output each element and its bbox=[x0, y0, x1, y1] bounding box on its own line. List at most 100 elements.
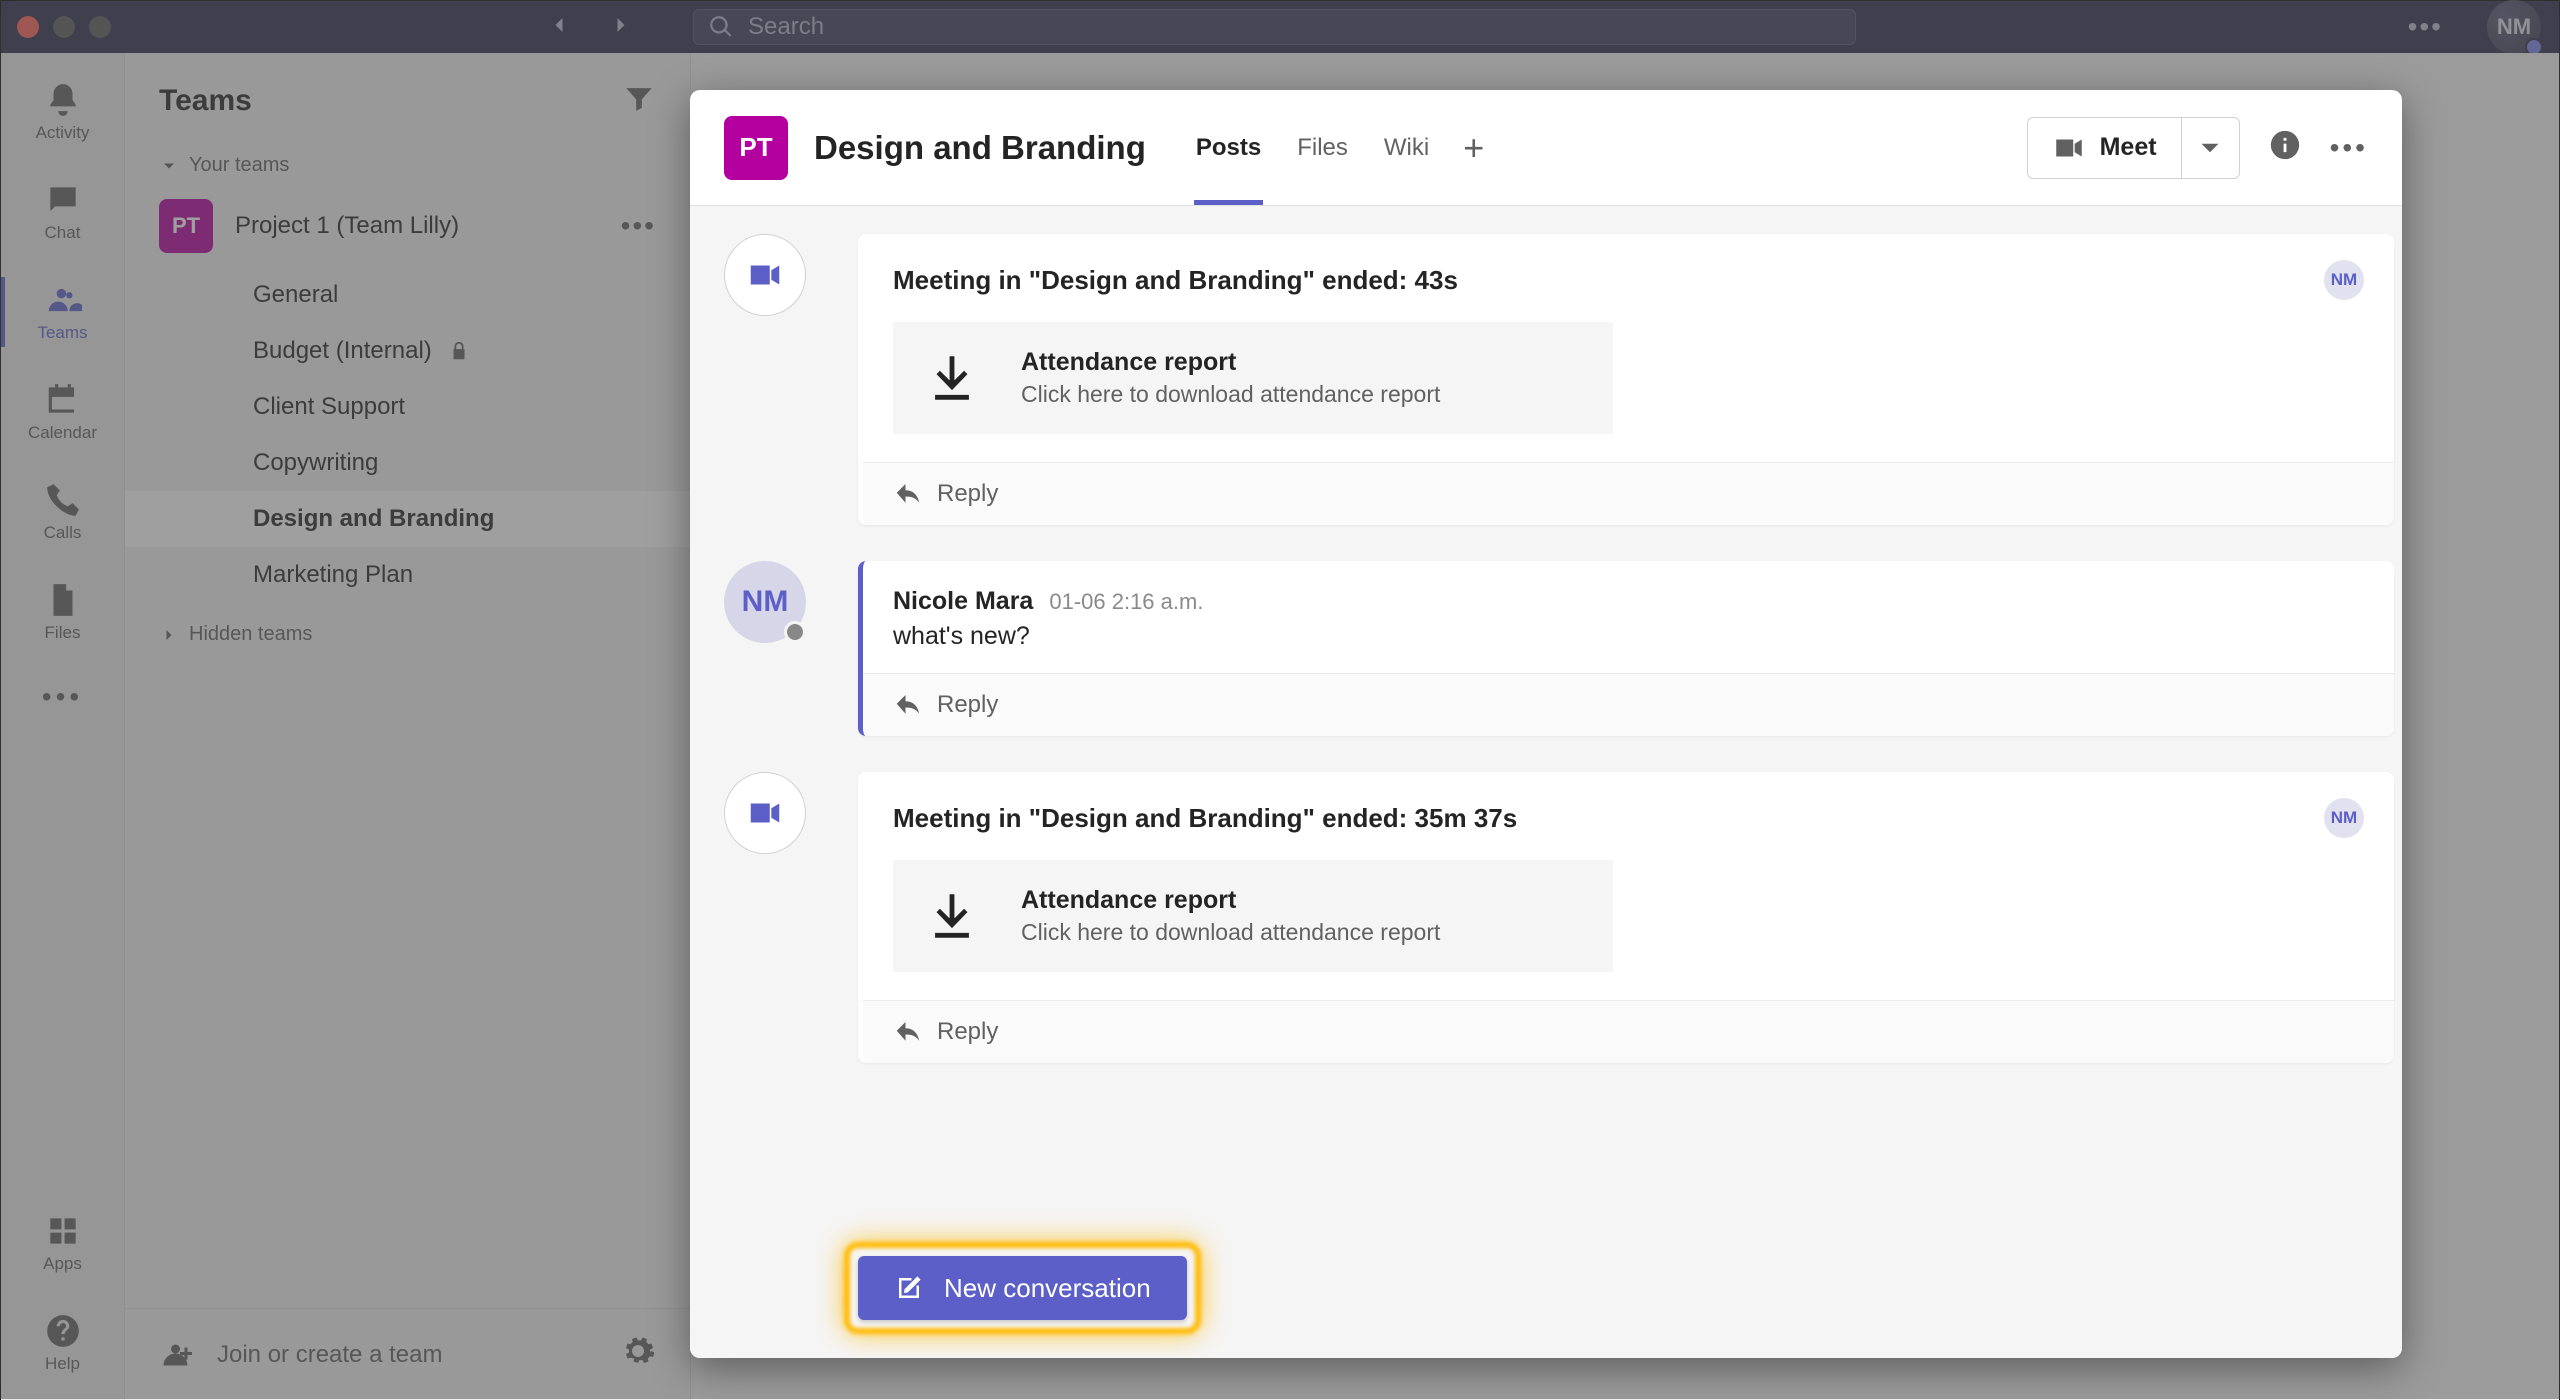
join-create-team-button[interactable]: Join or create a team bbox=[159, 1337, 442, 1373]
participant-avatar[interactable]: NM bbox=[2324, 798, 2364, 838]
chevron-right-icon bbox=[607, 11, 635, 39]
channel-copywriting[interactable]: Copywriting bbox=[125, 435, 690, 491]
channel-avatar: PT bbox=[724, 116, 788, 180]
post-text: what's new? bbox=[893, 622, 2364, 651]
maximize-window-button[interactable] bbox=[89, 16, 111, 38]
tab-posts[interactable]: Posts bbox=[1194, 90, 1263, 205]
lock-icon bbox=[448, 340, 470, 362]
channel-panel: PT Design and Branding Posts Files Wiki … bbox=[690, 90, 2402, 1358]
author-name: Nicole Mara bbox=[893, 587, 1033, 616]
close-window-button[interactable] bbox=[17, 16, 39, 38]
calendar-icon bbox=[44, 381, 82, 419]
people-add-icon bbox=[159, 1337, 195, 1373]
rail-teams[interactable]: Teams bbox=[1, 269, 124, 355]
channel-title: Design and Branding bbox=[814, 129, 1146, 167]
meeting-icon-avatar bbox=[724, 234, 806, 316]
rail-apps[interactable]: Apps bbox=[1, 1200, 124, 1286]
channel-marketing-plan[interactable]: Marketing Plan bbox=[125, 547, 690, 603]
post-title: Meeting in "Design and Branding" ended: … bbox=[893, 803, 1517, 834]
search-placeholder: Search bbox=[748, 13, 824, 41]
channel-budget-internal[interactable]: Budget (Internal) bbox=[125, 323, 690, 379]
rail-chat[interactable]: Chat bbox=[1, 169, 124, 255]
chevron-left-icon bbox=[545, 11, 573, 39]
rail-more[interactable]: ••• bbox=[1, 669, 124, 725]
gear-icon bbox=[620, 1333, 656, 1369]
nav-back-button[interactable] bbox=[545, 11, 573, 44]
new-conversation-button[interactable]: New conversation bbox=[858, 1256, 1187, 1320]
team-name: Project 1 (Team Lilly) bbox=[235, 212, 599, 240]
channel-general[interactable]: General bbox=[125, 267, 690, 323]
download-icon bbox=[923, 349, 981, 407]
participant-avatar[interactable]: NM bbox=[2324, 260, 2364, 300]
channel-info-button[interactable] bbox=[2268, 128, 2302, 167]
minimize-window-button[interactable] bbox=[53, 16, 75, 38]
manage-teams-button[interactable] bbox=[620, 1333, 656, 1376]
attendance-report-card[interactable]: Attendance report Click here to download… bbox=[893, 860, 1613, 972]
help-icon bbox=[44, 1312, 82, 1350]
meeting-icon-avatar bbox=[724, 772, 806, 854]
team-project1[interactable]: PT Project 1 (Team Lilly) ••• bbox=[125, 185, 690, 267]
rail-help[interactable]: Help bbox=[1, 1300, 124, 1386]
attachment-subtitle: Click here to download attendance report bbox=[1021, 381, 1440, 408]
new-conversation-highlight: New conversation bbox=[858, 1256, 1187, 1320]
nav-forward-button[interactable] bbox=[607, 11, 635, 44]
sidebar-title: Teams bbox=[159, 84, 252, 118]
tab-wiki[interactable]: Wiki bbox=[1382, 90, 1431, 205]
filter-button[interactable] bbox=[622, 81, 656, 120]
teams-sidebar: Teams Your teams PT Project 1 (Team Lill… bbox=[125, 53, 691, 1400]
add-tab-button[interactable]: + bbox=[1463, 90, 1484, 205]
your-teams-section[interactable]: Your teams bbox=[125, 134, 690, 185]
chevron-right-icon bbox=[159, 625, 179, 645]
filter-icon bbox=[622, 81, 656, 115]
post-message: NM Nicole Mara 01-06 2:16 a.m. what's ne… bbox=[690, 543, 2402, 754]
titlebar-more-button[interactable]: ••• bbox=[2408, 11, 2443, 43]
compose-icon bbox=[894, 1273, 924, 1303]
phone-icon bbox=[44, 481, 82, 519]
reply-button[interactable]: Reply bbox=[863, 673, 2394, 736]
reply-icon bbox=[893, 690, 923, 720]
download-icon bbox=[923, 887, 981, 945]
channel-tabs: Posts Files Wiki + bbox=[1194, 90, 1484, 205]
chat-icon bbox=[44, 181, 82, 219]
meet-dropdown-button[interactable] bbox=[2181, 118, 2239, 178]
post-title: Meeting in "Design and Branding" ended: … bbox=[893, 265, 1458, 296]
presence-status-icon bbox=[784, 621, 806, 643]
posts-list: Meeting in "Design and Branding" ended: … bbox=[690, 206, 2402, 1358]
app-rail: Activity Chat Teams Calendar Calls Files bbox=[1, 53, 125, 1400]
chevron-down-icon bbox=[2193, 131, 2227, 165]
rail-files[interactable]: Files bbox=[1, 569, 124, 655]
attendance-report-card[interactable]: Attendance report Click here to download… bbox=[893, 322, 1613, 434]
video-icon bbox=[746, 256, 784, 294]
team-more-button[interactable]: ••• bbox=[621, 210, 656, 242]
rail-activity[interactable]: Activity bbox=[1, 69, 124, 155]
search-input[interactable]: Search bbox=[693, 9, 1856, 45]
attachment-subtitle: Click here to download attendance report bbox=[1021, 919, 1440, 946]
channel-client-support[interactable]: Client Support bbox=[125, 379, 690, 435]
attachment-title: Attendance report bbox=[1021, 348, 1440, 377]
author-avatar[interactable]: NM bbox=[724, 561, 806, 643]
post-timestamp: 01-06 2:16 a.m. bbox=[1049, 589, 1203, 615]
avatar-initials: NM bbox=[2497, 14, 2531, 40]
hidden-teams-section[interactable]: Hidden teams bbox=[125, 603, 690, 654]
meet-button[interactable]: Meet bbox=[2027, 117, 2240, 179]
app-frame: Search ••• NM Activity Chat Teams bbox=[0, 0, 2560, 1399]
reply-icon bbox=[893, 1017, 923, 1047]
sidebar-footer: Join or create a team bbox=[125, 1308, 690, 1400]
reply-button[interactable]: Reply bbox=[863, 1000, 2394, 1063]
channel-more-button[interactable]: ••• bbox=[2330, 132, 2368, 164]
file-icon bbox=[44, 581, 82, 619]
tab-files[interactable]: Files bbox=[1295, 90, 1350, 205]
reply-icon bbox=[893, 479, 923, 509]
post-meeting-ended: Meeting in "Design and Branding" ended: … bbox=[690, 216, 2402, 543]
rail-calendar[interactable]: Calendar bbox=[1, 369, 124, 455]
post-meeting-ended: Meeting in "Design and Branding" ended: … bbox=[690, 754, 2402, 1081]
search-icon bbox=[708, 14, 734, 40]
video-icon bbox=[2052, 131, 2086, 165]
rail-calls[interactable]: Calls bbox=[1, 469, 124, 555]
video-icon bbox=[746, 794, 784, 832]
info-icon bbox=[2268, 128, 2302, 162]
reply-button[interactable]: Reply bbox=[863, 462, 2394, 525]
current-user-avatar[interactable]: NM bbox=[2487, 0, 2541, 54]
apps-icon bbox=[44, 1212, 82, 1250]
channel-design-and-branding[interactable]: Design and Branding bbox=[125, 491, 690, 547]
